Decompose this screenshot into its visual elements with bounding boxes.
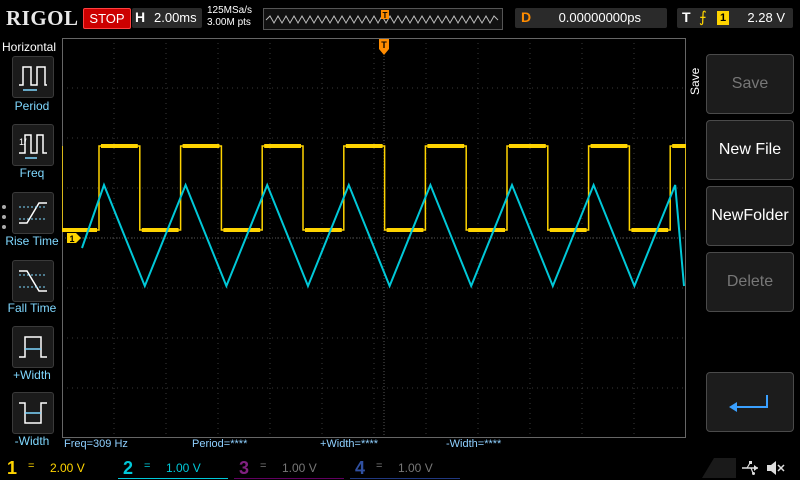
sample-rate: 125MSa/s — [207, 5, 253, 16]
brand-logo: RIGOL — [6, 6, 79, 30]
fall-time-icon — [19, 270, 47, 292]
channel-1-number: 1 — [6, 458, 17, 478]
channel-1-level-segment — [590, 144, 628, 148]
save-menu-title: Save — [688, 67, 702, 95]
page-indicator-dots — [2, 205, 6, 235]
memory-trigger-marker-label: T — [383, 11, 388, 20]
save-menu-title-holder: Save — [688, 68, 702, 135]
memory-position-bar[interactable]: T — [263, 8, 503, 30]
channel-1-level-segment — [345, 144, 383, 148]
measure-freq-label: Freq — [19, 166, 45, 180]
frequency-icon: 1/ — [19, 134, 47, 159]
channel-1-level-segment — [305, 228, 342, 232]
channel-1-level-segment — [141, 228, 179, 232]
measure-rise-time-button[interactable] — [12, 192, 54, 234]
negative-width-measurement: -Width=**** — [446, 438, 502, 450]
return-arrow-icon — [729, 395, 768, 412]
measure-negative-width-label: -Width — [14, 434, 50, 448]
measure-period-label: Period — [14, 99, 50, 113]
measure-category-title: Horizontal — [2, 40, 57, 54]
horizontal-timebase[interactable]: H 2.00ms — [132, 8, 202, 28]
trigger-position-marker[interactable]: T — [378, 38, 390, 56]
channel-1-status[interactable]: 1 = 2.00 V — [2, 458, 112, 478]
channel-3-number: 3 — [238, 458, 249, 478]
timebase-value: 2.00ms — [154, 10, 197, 25]
channel-1-level-segment — [468, 228, 505, 232]
channel-1-level-segment — [223, 228, 261, 232]
new-folder-button[interactable]: NewFolder — [706, 186, 794, 246]
channel-1-level-segment — [631, 228, 669, 232]
channel-1-level-segment — [672, 144, 686, 148]
channel-1-level-segment — [386, 228, 424, 232]
trigger-readout[interactable]: T ⨍ 1 2.28 V — [677, 8, 793, 28]
channel-1-level-segment — [509, 144, 546, 148]
positive-width-icon — [19, 336, 47, 358]
channel-2-number: 2 — [122, 458, 133, 478]
new-file-button[interactable]: New File — [706, 120, 794, 180]
rise-time-icon — [19, 202, 47, 224]
delay-value: 0.00000000ps — [558, 10, 641, 25]
acquisition-info: 125MSa/s 3.00M pts — [207, 5, 252, 29]
channel-1-offset-marker-label: 1 — [69, 234, 74, 244]
measure-positive-width-button[interactable] — [12, 326, 54, 368]
measure-freq-button[interactable]: 1/ — [12, 124, 54, 166]
channel-1-level-segment — [549, 228, 587, 232]
trigger-level: 2.28 V — [747, 10, 785, 25]
channel-1-coupling: = — [28, 460, 35, 472]
measure-rise-time-label: Rise Time — [5, 234, 59, 248]
channel-3-scale: 1.00 V — [282, 461, 317, 475]
channel-1-level-segment — [264, 144, 301, 148]
memory-depth: 3.00M pts — [207, 17, 251, 28]
channel-1-scale: 2.00 V — [50, 461, 85, 475]
channel-2-status[interactable]: 2 = 1.00 V — [118, 458, 228, 479]
channel-4-coupling: = — [376, 460, 383, 472]
channel-4-status[interactable]: 4 = 1.00 V — [350, 458, 460, 479]
period-measurement: Period=**** — [192, 438, 248, 450]
freq-measurement: Freq=309 Hz — [64, 438, 128, 450]
channel-1-level-segment — [427, 144, 465, 148]
channel-3-coupling: = — [260, 460, 267, 472]
measure-period-button[interactable] — [12, 56, 54, 98]
return-button[interactable] — [706, 372, 794, 432]
measure-negative-width-button[interactable] — [12, 392, 54, 434]
mute-icon[interactable] — [764, 458, 786, 478]
bottom-bar-accent — [702, 458, 736, 478]
measure-fall-time-button[interactable] — [12, 260, 54, 302]
channel-1-level-segment — [101, 144, 138, 148]
channel-1-level-segment — [182, 144, 220, 148]
save-button[interactable]: Save — [706, 54, 794, 114]
delay-key: D — [521, 9, 532, 25]
measure-positive-width-label: +Width — [13, 368, 51, 382]
delete-button[interactable]: Delete — [706, 252, 794, 312]
delay-readout[interactable]: D 0.00000000ps — [515, 8, 667, 28]
period-icon — [19, 66, 47, 91]
waveform-display[interactable] — [62, 38, 686, 438]
trigger-source: 1 — [717, 11, 729, 25]
run-stop-button[interactable]: STOP — [83, 8, 131, 29]
usb-icon — [742, 461, 758, 475]
positive-width-measurement: +Width=**** — [320, 438, 379, 450]
memory-waveform-overview: T — [265, 10, 499, 25]
channel-2-scale: 1.00 V — [166, 461, 201, 475]
trigger-key: T — [682, 9, 691, 25]
channel-3-status[interactable]: 3 = 1.00 V — [234, 458, 344, 479]
svg-text:1/: 1/ — [19, 137, 27, 147]
channel-1-offset-marker[interactable]: 1 — [66, 232, 82, 244]
channel-4-number: 4 — [354, 458, 365, 478]
channel-2-coupling: = — [144, 460, 151, 472]
horizontal-key: H — [135, 9, 146, 25]
trigger-position-marker-label: T — [381, 40, 387, 50]
rising-edge-icon: ⨍ — [699, 9, 707, 26]
negative-width-icon — [19, 402, 47, 424]
measure-fall-time-label: Fall Time — [7, 301, 57, 315]
channel-4-scale: 1.00 V — [398, 461, 433, 475]
